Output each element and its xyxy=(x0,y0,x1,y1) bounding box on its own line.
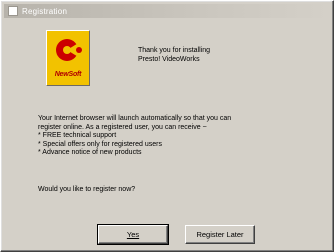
logo-brand-text: NewSoft xyxy=(54,71,82,78)
register-later-button[interactable]: Register Later xyxy=(185,225,255,244)
app-icon xyxy=(8,6,18,16)
benefit-item: * Advance notice of new products xyxy=(38,149,142,156)
register-later-button-label: Register Later xyxy=(196,230,244,239)
yes-button[interactable]: Yes xyxy=(97,224,169,245)
yes-button-label: Yes xyxy=(126,230,140,239)
thank-you-line-1: Thank you for installing xyxy=(138,47,210,54)
benefit-item: * Special offers only for registered use… xyxy=(38,140,162,148)
product-name: Presto! VideoWorks xyxy=(138,56,200,63)
registration-dialog: Registration NewSoft Thank you for insta… xyxy=(0,0,334,252)
registration-info: Your Internet browser will launch automa… xyxy=(38,115,323,158)
info-line-2: register online. As a registered user, y… xyxy=(38,123,207,131)
title-bar[interactable]: Registration xyxy=(4,4,330,18)
register-question: Would you like to register now? xyxy=(38,186,136,193)
benefit-item: * FREE technical support xyxy=(38,132,117,139)
newsoft-logo: NewSoft xyxy=(46,30,90,86)
thank-you-message: Thank you for installing Presto! VideoWo… xyxy=(138,46,298,64)
info-line-1: Your Internet browser will launch automa… xyxy=(38,115,232,122)
window-title: Registration xyxy=(22,6,68,16)
